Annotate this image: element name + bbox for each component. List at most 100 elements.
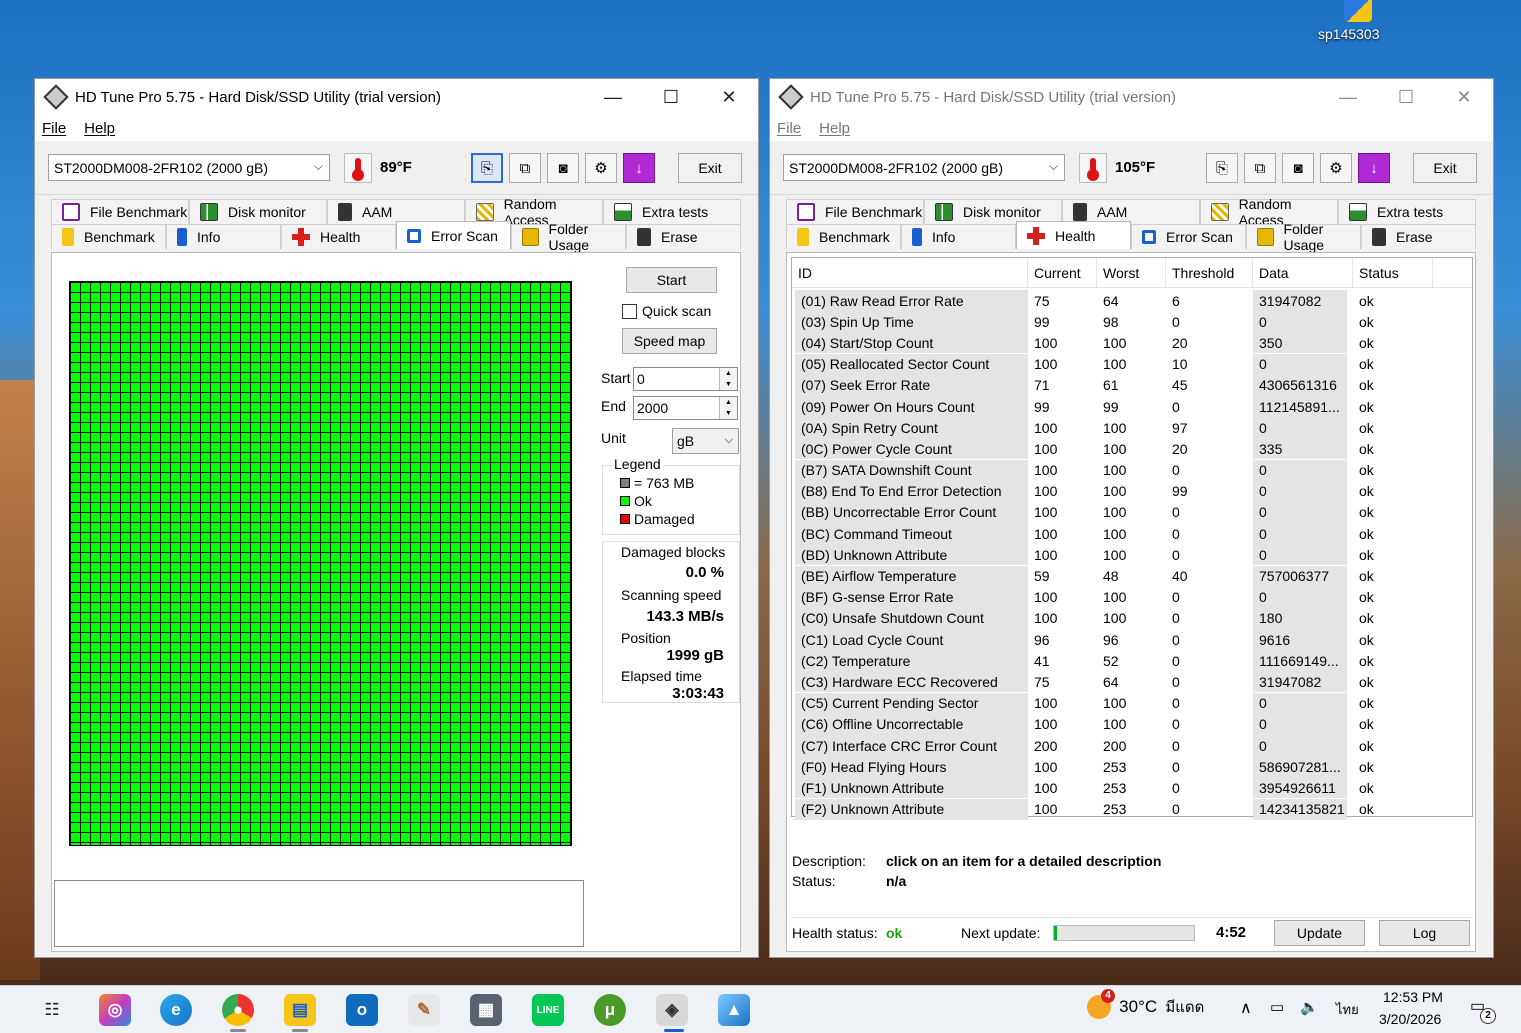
log-button[interactable]: Log	[1379, 920, 1470, 946]
paint-icon[interactable]: ✎	[408, 994, 440, 1026]
update-button[interactable]: Update	[1274, 920, 1365, 946]
table-row[interactable]: (0A) Spin Retry Count 100 100 97 0 ok	[792, 417, 1472, 439]
tab-file-benchmark[interactable]: File Benchmark	[51, 199, 189, 224]
unit-select[interactable]: gB ⌵	[672, 428, 739, 454]
desktop-shortcut[interactable]: sp145303	[1318, 0, 1398, 44]
title-bar[interactable]: HD Tune Pro 5.75 - Hard Disk/SSD Utility…	[770, 79, 1493, 115]
screenshot-camera-icon[interactable]: ◙	[547, 153, 579, 183]
tab-error-scan[interactable]: Error Scan	[1131, 224, 1246, 249]
column-header-id[interactable]: ID	[792, 257, 1028, 288]
tray-chevron-up-icon[interactable]: ∧	[1240, 998, 1252, 1018]
drive-select[interactable]: ST2000DM008-2FR102 (2000 gB) ⌵	[783, 154, 1065, 181]
table-row[interactable]: (BC) Command Timeout 100 100 0 0 ok	[792, 523, 1472, 545]
copilot-icon[interactable]: ◎	[99, 994, 131, 1026]
save-download-icon[interactable]: ↓	[1358, 153, 1390, 183]
outlook-icon[interactable]: o	[346, 994, 378, 1026]
table-row[interactable]: (09) Power On Hours Count 99 99 0 112145891.…	[792, 396, 1472, 418]
column-header-worst[interactable]: Worst	[1097, 257, 1166, 288]
column-header-current[interactable]: Current	[1028, 257, 1097, 288]
screenshot-camera-icon[interactable]: ◙	[1282, 153, 1314, 183]
quick-scan-checkbox[interactable]: Quick scan	[622, 303, 711, 319]
table-row[interactable]: (C6) Offline Uncorrectable 100 100 0 0 ok	[792, 713, 1472, 735]
exit-button[interactable]: Exit	[678, 153, 742, 183]
table-row[interactable]: (C5) Current Pending Sector 100 100 0 0 ok	[792, 692, 1472, 714]
clock-date[interactable]: 3/20/2026	[1379, 1011, 1441, 1027]
edge-icon[interactable]: e	[160, 994, 192, 1026]
tab-file-benchmark[interactable]: File Benchmark	[786, 199, 924, 224]
table-row[interactable]: (BE) Airflow Temperature 59 48 40 757006377 o…	[792, 565, 1472, 587]
table-row[interactable]: (F2) Unknown Attribute 100 253 0 14234135821…	[792, 798, 1472, 820]
tab-info[interactable]: Info	[166, 224, 281, 249]
weather-widget[interactable]: 4 30°C มีแดด	[1087, 989, 1204, 1019]
column-header-data[interactable]: Data	[1253, 257, 1353, 288]
copy-all-icon[interactable]: ⧉	[1244, 153, 1276, 183]
tab-health[interactable]: Health	[281, 224, 396, 249]
tab-error-scan[interactable]: Error Scan	[396, 221, 511, 249]
close-button[interactable]: ✕	[1435, 79, 1493, 115]
copy-text-icon[interactable]: ⎘	[1206, 153, 1238, 183]
table-row[interactable]: (05) Reallocated Sector Count 100 100 10 0 ok	[792, 353, 1472, 375]
start-input[interactable]: 0 ▲ ▼	[633, 367, 738, 391]
language-indicator[interactable]: ไทย	[1336, 999, 1359, 1020]
tab-folder-usage[interactable]: Folder Usage	[511, 221, 626, 253]
table-row[interactable]: (C7) Interface CRC Error Count 200 200 0 0 ok	[792, 735, 1472, 757]
options-gear-icon[interactable]: ⚙	[1320, 153, 1352, 183]
table-row[interactable]: (01) Raw Read Error Rate 75 64 6 31947082 ok	[792, 290, 1472, 312]
table-row[interactable]: (07) Seek Error Rate 71 61 45 4306561316 ok	[792, 374, 1472, 396]
tab-info[interactable]: Info	[901, 224, 1016, 249]
copy-all-icon[interactable]: ⧉	[509, 153, 541, 183]
column-header-threshold[interactable]: Threshold	[1166, 257, 1253, 288]
table-row[interactable]: (0C) Power Cycle Count 100 100 20 335 ok	[792, 438, 1472, 460]
hdtune-taskbar-icon[interactable]: ◈	[656, 994, 688, 1026]
table-row[interactable]: (C3) Hardware ECC Recovered 75 64 0 31947082…	[792, 671, 1472, 693]
line-app-icon[interactable]: LINE	[532, 994, 564, 1026]
tab-health[interactable]: Health	[1016, 221, 1131, 249]
maximize-button[interactable]: ☐	[1377, 79, 1435, 115]
table-row[interactable]: (BF) G-sense Error Rate 100 100 0 0 ok	[792, 586, 1472, 608]
photos-icon[interactable]: ▲	[718, 994, 750, 1026]
minimize-button[interactable]: —	[584, 79, 642, 115]
notifications-icon[interactable]: ▭ 2	[1470, 996, 1496, 1024]
table-row[interactable]: (C1) Load Cycle Count 96 96 0 9616 ok	[792, 629, 1472, 651]
save-download-icon[interactable]: ↓	[623, 153, 655, 183]
file-explorer-icon[interactable]: ▤	[284, 994, 316, 1026]
exit-button[interactable]: Exit	[1413, 153, 1477, 183]
clock-time[interactable]: 12:53 PM	[1383, 989, 1443, 1005]
close-button[interactable]: ✕	[700, 79, 758, 115]
column-header-status[interactable]: Status	[1353, 257, 1433, 288]
utorrent-icon[interactable]: μ	[594, 994, 626, 1026]
table-row[interactable]: (B8) End To End Error Detection 100 100 99 0…	[792, 480, 1472, 502]
menu-help[interactable]: Help	[84, 120, 115, 137]
copy-text-icon[interactable]: ⎘	[471, 153, 503, 183]
table-row[interactable]: (03) Spin Up Time 99 98 0 0 ok	[792, 311, 1472, 333]
tab-erase[interactable]: Erase	[626, 224, 741, 249]
table-row[interactable]: (BD) Unknown Attribute 100 100 0 0 ok	[792, 544, 1472, 566]
table-row[interactable]: (C2) Temperature 41 52 0 111669149... ok	[792, 650, 1472, 672]
tab-erase[interactable]: Erase	[1361, 224, 1476, 249]
task-view-icon[interactable]: ☷	[36, 994, 68, 1026]
network-icon[interactable]: ▭	[1270, 998, 1284, 1016]
speed-map-button[interactable]: Speed map	[622, 328, 717, 354]
title-bar[interactable]: HD Tune Pro 5.75 - Hard Disk/SSD Utility…	[35, 79, 758, 115]
table-row[interactable]: (BB) Uncorrectable Error Count 100 100 0 0 ok	[792, 501, 1472, 523]
table-row[interactable]: (F1) Unknown Attribute 100 253 0 3954926611 o…	[792, 777, 1472, 799]
tab-disk-monitor[interactable]: Disk monitor	[189, 199, 327, 224]
tab-benchmark[interactable]: Benchmark	[786, 224, 901, 249]
start-button[interactable]: Start	[626, 267, 717, 293]
menu-file[interactable]: File	[777, 120, 801, 137]
table-row[interactable]: (B7) SATA Downshift Count 100 100 0 0 ok	[792, 459, 1472, 481]
maximize-button[interactable]: ☐	[642, 79, 700, 115]
tab-folder-usage[interactable]: Folder Usage	[1246, 221, 1361, 253]
table-row[interactable]: (F0) Head Flying Hours 100 253 0 586907281..…	[792, 756, 1472, 778]
menu-file[interactable]: File	[42, 120, 66, 137]
drive-select[interactable]: ST2000DM008-2FR102 (2000 gB) ⌵	[48, 154, 330, 181]
end-input[interactable]: 2000 ▲ ▼	[633, 396, 738, 420]
chrome-icon[interactable]: ●	[222, 994, 254, 1026]
menu-help[interactable]: Help	[819, 120, 850, 137]
table-row[interactable]: (04) Start/Stop Count 100 100 20 350 ok	[792, 332, 1472, 354]
minimize-button[interactable]: —	[1319, 79, 1377, 115]
table-row[interactable]: (C0) Unsafe Shutdown Count 100 100 0 180 ok	[792, 607, 1472, 629]
tab-benchmark[interactable]: Benchmark	[51, 224, 166, 249]
options-gear-icon[interactable]: ⚙	[585, 153, 617, 183]
volume-icon[interactable]: 🔈	[1300, 998, 1319, 1016]
